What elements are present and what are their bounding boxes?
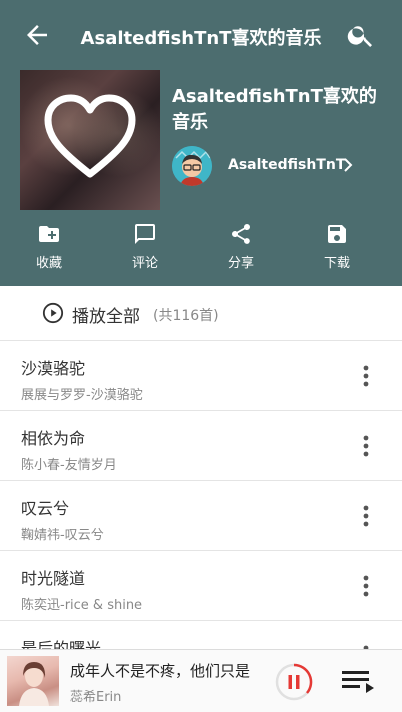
more-vert-icon[interactable] [354, 573, 378, 599]
song-title: 相依为命 [21, 429, 86, 448]
now-playing-cover[interactable] [7, 656, 59, 706]
play-all-label: 播放全部 [72, 307, 140, 327]
chevron-right-icon [344, 158, 353, 172]
queue-music-icon [342, 671, 374, 693]
download-label: 下载 [323, 256, 350, 271]
song-artist-album: 陈小春-友情岁月 [21, 458, 117, 473]
playlist-header: AsaltedfishTnT喜欢的音乐 AsaltedfishTnT喜欢的音乐 [0, 0, 402, 286]
top-bar: AsaltedfishTnT喜欢的音乐 [0, 0, 402, 70]
list-item[interactable]: 时光隧道 陈奕迅-rice & shine [0, 551, 402, 621]
list-item[interactable]: 叹云兮 鞠婧祎-叹云兮 [0, 481, 402, 551]
pause-icon [275, 663, 313, 701]
save-icon [328, 225, 346, 243]
collect-label: 收藏 [35, 256, 62, 271]
comment-button[interactable]: 评论 [97, 222, 193, 278]
action-bar: 收藏 评论 分享 下载 [0, 222, 402, 278]
song-title: 叹云兮 [21, 499, 70, 518]
download-button[interactable]: 下载 [289, 222, 385, 278]
more-vert-icon[interactable] [354, 433, 378, 459]
list-item[interactable]: 相依为命 陈小春-友情岁月 [0, 411, 402, 481]
collect-button[interactable]: 收藏 [1, 222, 97, 278]
share-icon [232, 224, 250, 244]
song-artist-album: 陈奕迅-rice & shine [21, 598, 143, 613]
search-icon [347, 26, 372, 47]
play-circle-icon [42, 302, 64, 324]
song-artist-album: 鞠婧祎-叹云兮 [21, 528, 104, 543]
comment-icon [135, 224, 155, 244]
more-vert-icon[interactable] [354, 363, 378, 389]
song-list: 沙漠骆驼 展展与罗罗-沙漠骆驼 相依为命 陈小春-友情岁月 叹云兮 鞠婧祎-叹云… [0, 341, 402, 649]
mini-player[interactable]: 成年人不是不疼，他们只是 蕊希Erin [0, 649, 402, 712]
search-button[interactable] [346, 20, 376, 50]
list-item[interactable]: 沙漠骆驼 展展与罗罗-沙漠骆驼 [0, 341, 402, 411]
folder-add-icon [39, 226, 59, 242]
playlist-cover[interactable] [20, 70, 160, 210]
more-vert-icon[interactable] [354, 503, 378, 529]
page-title: AsaltedfishTnT喜欢的音乐 [80, 28, 322, 49]
now-playing-title: 成年人不是不疼，他们只是 [70, 662, 251, 680]
song-count: (共116首) [153, 308, 219, 324]
song-artist-album: 展展与罗罗-沙漠骆驼 [21, 388, 143, 403]
creator-link[interactable]: AsaltedfishTnT [172, 146, 372, 186]
pause-button[interactable] [274, 662, 314, 702]
song-title: 最后的曙光 [21, 639, 102, 649]
comment-label: 评论 [131, 256, 158, 271]
share-button[interactable]: 分享 [193, 222, 289, 278]
avatar [172, 146, 212, 186]
creator-name: AsaltedfishTnT [228, 157, 346, 173]
arrow-left-icon [27, 25, 47, 45]
play-all-button[interactable]: 播放全部 (共116首) [0, 286, 402, 341]
song-title: 时光隧道 [21, 569, 86, 588]
back-button[interactable] [22, 20, 52, 50]
playlist-title: AsaltedfishTnT喜欢的音乐 [172, 86, 377, 133]
playlist-queue-button[interactable] [340, 666, 376, 696]
share-label: 分享 [227, 256, 254, 271]
song-title: 沙漠骆驼 [21, 359, 86, 378]
list-item[interactable]: 最后的曙光 [0, 621, 402, 649]
now-playing-artist: 蕊希Erin [70, 690, 122, 705]
heart-icon [44, 94, 136, 178]
